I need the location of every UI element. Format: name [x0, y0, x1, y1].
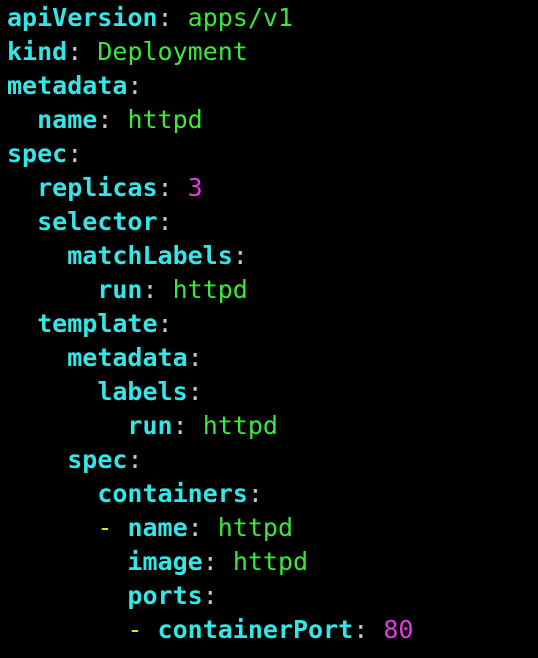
yaml-key: spec: [67, 445, 128, 474]
yaml-colon: :: [157, 173, 173, 202]
yaml-colon: :: [157, 3, 173, 32]
yaml-colon: :: [157, 207, 173, 236]
yaml-key: metadata: [7, 71, 128, 100]
yaml-line-container-name: - name: httpd: [7, 511, 538, 545]
yaml-key: kind: [7, 37, 68, 66]
yaml-line-labels-run: run: httpd: [7, 409, 538, 443]
yaml-key: selector: [37, 207, 158, 236]
yaml-line-image: image: httpd: [7, 545, 538, 579]
yaml-line-containers: containers:: [7, 477, 538, 511]
yaml-colon: :: [172, 411, 188, 440]
yaml-list-dash: -: [97, 513, 113, 542]
yaml-key: containers: [97, 479, 248, 508]
yaml-line-spec: spec:: [7, 137, 538, 171]
yaml-line-template-metadata: metadata:: [7, 341, 538, 375]
yaml-list-dash: -: [127, 615, 143, 644]
yaml-line-labels: labels:: [7, 375, 538, 409]
yaml-colon: :: [67, 37, 83, 66]
yaml-key: matchLabels: [67, 241, 233, 270]
yaml-value: httpd: [232, 547, 309, 576]
yaml-key: apiVersion: [7, 3, 158, 32]
yaml-key: labels: [97, 377, 188, 406]
yaml-editor[interactable]: apiVersion: apps/v1 kind: Deployment met…: [0, 0, 538, 658]
yaml-line-selector: selector:: [7, 205, 538, 239]
yaml-value: httpd: [202, 411, 278, 440]
yaml-colon: :: [97, 105, 113, 134]
yaml-line-metadata: metadata:: [7, 69, 538, 103]
yaml-colon: :: [127, 445, 143, 474]
yaml-key: run: [127, 411, 173, 440]
yaml-key: ports: [127, 581, 203, 610]
yaml-line-run: run: httpd: [7, 273, 538, 307]
yaml-colon: :: [187, 513, 203, 542]
yaml-key: template: [37, 309, 158, 338]
yaml-colon: :: [142, 275, 158, 304]
yaml-value: Deployment: [97, 37, 248, 66]
yaml-value: httpd: [172, 275, 248, 304]
yaml-value: apps/v1: [187, 3, 293, 32]
yaml-line-kind: kind: Deployment: [7, 35, 538, 69]
yaml-value: 80: [383, 615, 414, 644]
yaml-key: spec: [7, 139, 68, 168]
yaml-key: image: [127, 547, 203, 576]
yaml-line-ports: ports:: [7, 579, 538, 613]
yaml-colon: :: [247, 479, 263, 508]
yaml-value: httpd: [217, 513, 294, 542]
yaml-key: metadata: [67, 343, 188, 372]
yaml-line-containerport: - containerPort: 80: [7, 613, 538, 647]
yaml-colon: :: [157, 309, 173, 338]
yaml-colon: :: [127, 71, 143, 100]
yaml-value: 3: [187, 173, 203, 202]
yaml-colon: :: [187, 343, 203, 372]
yaml-value: httpd: [127, 105, 203, 134]
yaml-key: replicas: [37, 173, 158, 202]
yaml-key: containerPort: [157, 615, 354, 644]
yaml-colon: :: [232, 241, 248, 270]
yaml-key: run: [97, 275, 143, 304]
yaml-key: name: [127, 513, 188, 542]
yaml-colon: :: [202, 581, 218, 610]
yaml-key: name: [37, 105, 98, 134]
yaml-colon: :: [187, 377, 203, 406]
yaml-line-matchlabels: matchLabels:: [7, 239, 538, 273]
yaml-colon: :: [353, 615, 369, 644]
yaml-line-apiversion: apiVersion: apps/v1: [7, 1, 538, 35]
yaml-line-replicas: replicas: 3: [7, 171, 538, 205]
yaml-line-template-spec: spec:: [7, 443, 538, 477]
yaml-line-template: template:: [7, 307, 538, 341]
yaml-colon: :: [67, 139, 83, 168]
yaml-colon: :: [202, 547, 218, 576]
yaml-line-name: name: httpd: [7, 103, 538, 137]
